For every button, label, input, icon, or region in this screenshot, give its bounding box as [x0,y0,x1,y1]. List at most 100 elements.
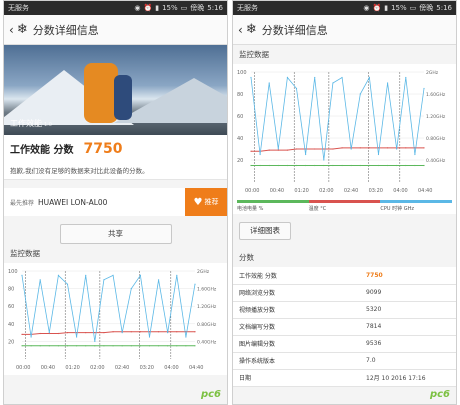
signal-icon: ▮ [155,4,160,12]
series-point [21,333,23,335]
heart-icon: ♥ [193,196,203,208]
series-point [130,331,132,333]
series-point [341,147,343,149]
series-point [112,331,114,333]
series-point [250,164,252,167]
y2-tick-label: 2GHz [426,70,439,76]
hero-image: 工作效能 1.0 [4,45,227,135]
series-point [39,279,41,281]
alarm-icon: ⏰ [143,4,153,12]
series-point [377,153,380,156]
series-point [277,149,279,151]
score-row: 工作效能 分数 7750 [233,267,456,285]
series-point [139,331,141,333]
x-tick-label: 00:40 [41,365,55,371]
back-icon[interactable]: ‹ [238,23,243,37]
series-point [405,147,407,149]
hero-label: 工作效能 1.0 [10,119,52,128]
x-tick-label: 04:40 [189,365,203,371]
x-tick-label: 00:00 [245,188,259,194]
series-line-1 [22,331,195,335]
series-point [66,332,69,334]
monitor-chart-svg: 100 2GHz 80 1.60GHz 60 1.20GHz 40 0.80GHz 20 0.40… [237,70,446,194]
alarm-icon: ⏰ [372,4,382,12]
x-tick-label: 02:00 [90,365,104,371]
series-point [48,332,50,334]
scores-title: 分数 [239,253,254,262]
series-point [368,164,370,167]
series-point [57,274,60,276]
device-name: HUAWEI LON-AL00 [38,197,108,207]
series-point [386,164,389,167]
series-point [21,274,23,276]
x-tick-label: 02:40 [344,188,358,194]
battery-icon: ▭ [409,4,417,12]
series-point [286,164,289,167]
x-tick-label: 00:00 [16,365,30,371]
x-tick-label: 04:40 [418,188,432,194]
series-point [359,93,361,95]
series-line-1 [251,147,424,152]
series-point [423,87,425,90]
y2-tick-label: 0.80GHz [197,322,217,328]
score-box: 工作效能 分数 7750 抱歉,我们没有足够的数据来对比此设备的分数。 [4,135,227,180]
series-point [350,148,352,150]
recommend-button[interactable]: ♥ 推荐 [185,188,227,216]
device-prefix: 最先推荐 [10,199,35,207]
series-point [85,274,87,276]
legend-battery: 电池电量 % [237,200,309,212]
series-point [57,332,60,335]
score-row-label: 文档编写分数 [233,318,346,336]
y-tick-label: 80 [8,287,14,293]
series-point [130,345,132,347]
score-label: 工作效能 分数 [10,145,74,156]
series-point [94,340,96,342]
score-row-value: 7814 [346,318,456,336]
series-point [423,164,425,167]
series-point [268,164,270,167]
series-point [295,164,298,167]
left-screen: 无服务 ◉ ⏰ ▮ 15% ▭ 傍晚 5:16 ‹ ❄ 分数详细信息 工作效能 1… [3,0,228,405]
score-row-label: 操作系统版本 [233,352,346,370]
series-point [332,82,334,84]
series-point [314,164,316,167]
share-button[interactable]: 共享 [59,224,172,244]
y-tick-label: 60 [237,114,243,120]
series-point [85,345,87,347]
y2-tick-label: 0.40GHz [197,339,217,345]
detail-chart-button[interactable]: 详细图表 [239,222,291,240]
score-row-label: 视频播放分数 [233,301,346,319]
series-point [314,76,316,79]
series-point [157,331,160,333]
page-title: 分数详细信息 [261,23,328,37]
status-bar: 无服务 ◉ ⏰ ▮ 15% ▭ 傍晚 5:16 [4,1,227,15]
app-bar: ‹ ❄ 分数详细信息 [4,15,227,45]
series-point [359,164,361,167]
series-point [332,148,334,150]
series-point [250,76,252,79]
y2-tick-label: 1.60GHz [197,287,217,293]
monitor-title: 监控数据 [10,249,40,258]
series-point [368,76,370,79]
hiker-figure [114,75,132,120]
series-point [94,332,96,334]
series-point [323,164,325,167]
y-tick-label: 100 [237,70,247,76]
x-tick-label: 02:40 [115,365,129,371]
device-row[interactable]: 最先推荐 HUAWEI LON-AL00 ♥ 推荐 [4,188,227,216]
watermark-logo: pc6 [429,389,450,400]
legend-temp: 温度 °C [308,200,381,212]
series-point [148,345,151,347]
status-bar: 无服务 ◉ ⏰ ▮ 15% ▭ 傍晚 5:16 [233,1,456,15]
series-point [295,148,298,150]
back-icon[interactable]: ‹ [9,23,14,37]
score-row-label: 日期 [233,369,346,387]
y-tick-label: 40 [8,322,14,328]
series-point [112,345,114,347]
score-row-label: 网络浏览分数 [233,284,346,302]
series-point [359,147,361,149]
y-tick-label: 20 [237,158,243,164]
series-point [259,164,261,167]
score-row-label: 工作效能 分数 [233,267,346,285]
series-point [39,332,41,335]
